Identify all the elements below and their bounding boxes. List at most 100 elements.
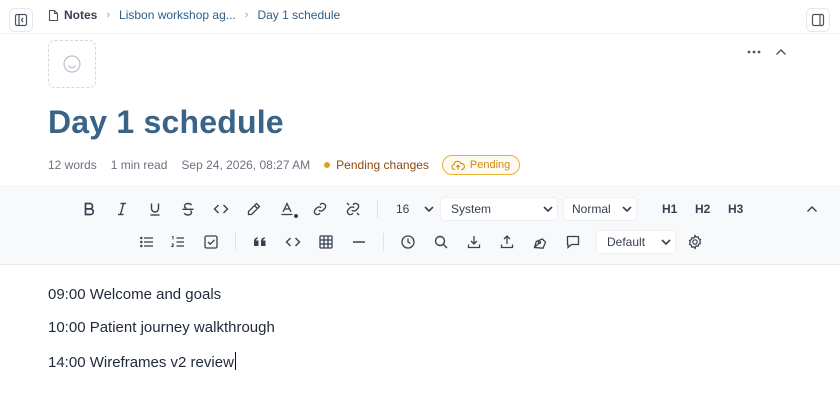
clock-icon (401, 235, 415, 249)
pending-changes-label: Pending changes (336, 158, 429, 172)
chevron-down-icon (543, 206, 553, 212)
collapse-toolbar-button[interactable] (801, 198, 823, 220)
chevron-down-icon (661, 239, 671, 245)
toggle-right-sidebar-button[interactable] (806, 8, 830, 32)
page-meta: 12 words 1 min read Sep 24, 2026, 08:27 … (48, 155, 521, 175)
chevron-right-icon: › (244, 9, 249, 21)
quote-icon (254, 237, 266, 246)
download-icon (467, 236, 481, 249)
text-color-icon (281, 201, 293, 216)
link-icon (313, 202, 327, 216)
numbered-list-button[interactable] (167, 231, 189, 253)
font-family-value: System (451, 202, 492, 216)
breadcrumb-root-label: Notes (64, 8, 98, 22)
word-count: 12 words (48, 158, 97, 172)
breadcrumb-current[interactable]: Day 1 schedule (257, 8, 340, 22)
read-time: 1 min read (110, 158, 168, 172)
strikethrough-button[interactable] (177, 198, 199, 220)
heading-1-button[interactable]: H1 (662, 202, 677, 216)
italic-icon (118, 202, 126, 216)
more-options-button[interactable] (744, 43, 764, 61)
underline-icon (150, 203, 160, 216)
code-icon (213, 204, 229, 214)
chevron-up-icon (807, 206, 817, 212)
highlight-button[interactable] (243, 198, 265, 220)
page-title[interactable]: Day 1 schedule (48, 104, 284, 141)
paragraph-style-select[interactable]: Normal (563, 197, 637, 221)
checklist-button[interactable] (200, 231, 222, 253)
collapse-header-button[interactable] (771, 43, 791, 61)
last-edited: Sep 24, 2026, 08:27 AM (181, 158, 311, 172)
sidebar-right-icon (811, 13, 825, 27)
pen-tool-icon (533, 238, 547, 249)
code-icon (285, 237, 301, 247)
formatting-toolbar: 16 System Normal H1 H2 H3 Default (0, 186, 840, 265)
toggle-left-sidebar-button[interactable] (9, 8, 33, 32)
numbered-list-icon (170, 236, 184, 247)
checkbox-icon (204, 235, 218, 249)
bullet-list-button[interactable] (136, 231, 158, 253)
paragraph-style-value: Normal (572, 202, 611, 216)
insert-link-button[interactable] (309, 198, 331, 220)
chevron-right-icon: › (106, 9, 111, 21)
comment-icon (566, 235, 580, 249)
unlink-icon (346, 202, 360, 216)
breadcrumb-parent[interactable]: Lisbon workshop ag... (119, 8, 236, 22)
pen-icon (247, 202, 261, 216)
table-icon (319, 235, 333, 249)
chevron-down-icon (622, 206, 632, 212)
upload-icon (500, 235, 514, 249)
toolbar-divider (235, 233, 236, 251)
sync-status-badge[interactable]: Pending (441, 155, 521, 175)
content-line-1[interactable]: 09:00 Welcome and goals (48, 286, 221, 303)
horizontal-rule-icon (353, 241, 365, 243)
note-icon (48, 9, 59, 21)
smile-icon (63, 55, 81, 73)
breadcrumb-root[interactable]: Notes (48, 8, 97, 22)
inline-code-button[interactable] (210, 198, 232, 220)
history-button[interactable] (397, 231, 419, 253)
content-line-3[interactable]: 14:00 Wireframes v2 review (48, 352, 236, 371)
share-button[interactable] (496, 231, 518, 253)
text-cursor (234, 352, 236, 370)
heading-2-button[interactable]: H2 (695, 202, 710, 216)
search-icon (434, 235, 448, 249)
toolbar-divider (383, 233, 384, 251)
bold-button[interactable] (78, 198, 100, 220)
gear-icon (688, 234, 702, 250)
font-size-select[interactable]: 16 (392, 197, 438, 221)
bold-icon (84, 202, 95, 216)
content-line-3-text: 14:00 Wireframes v2 review (48, 354, 234, 371)
download-button[interactable] (463, 231, 485, 253)
theme-select[interactable]: Default (596, 230, 676, 254)
cloud-upload-icon (451, 160, 465, 170)
comment-button[interactable] (562, 231, 584, 253)
remove-link-button[interactable] (342, 198, 364, 220)
strikethrough-icon (182, 202, 194, 216)
italic-button[interactable] (111, 198, 133, 220)
heading-3-button[interactable]: H3 (728, 202, 743, 216)
pending-dot-icon (324, 162, 331, 168)
page-icon-picker[interactable] (48, 40, 96, 88)
breadcrumb: Notes › Lisbon workshop ag... › Day 1 sc… (48, 0, 340, 30)
more-horizontal-icon (747, 50, 761, 54)
toolbar-divider (377, 200, 378, 218)
search-button[interactable] (430, 231, 452, 253)
chevron-up-icon (776, 49, 786, 55)
draw-button[interactable] (529, 231, 551, 253)
horizontal-rule-button[interactable] (348, 231, 370, 253)
settings-button[interactable] (684, 231, 706, 253)
bullet-list-icon (140, 236, 153, 248)
content-line-2[interactable]: 10:00 Patient journey walkthrough (48, 319, 275, 336)
sidebar-left-icon (14, 13, 28, 27)
insert-table-button[interactable] (315, 231, 337, 253)
font-size-value: 16 (396, 202, 410, 216)
underline-button[interactable] (144, 198, 166, 220)
theme-value: Default (607, 235, 646, 249)
text-color-dot-icon (294, 214, 298, 218)
font-family-select[interactable]: System (440, 197, 558, 221)
chevron-down-icon (424, 206, 434, 212)
code-block-button[interactable] (282, 231, 304, 253)
header-divider (0, 33, 840, 34)
blockquote-button[interactable] (249, 231, 271, 253)
